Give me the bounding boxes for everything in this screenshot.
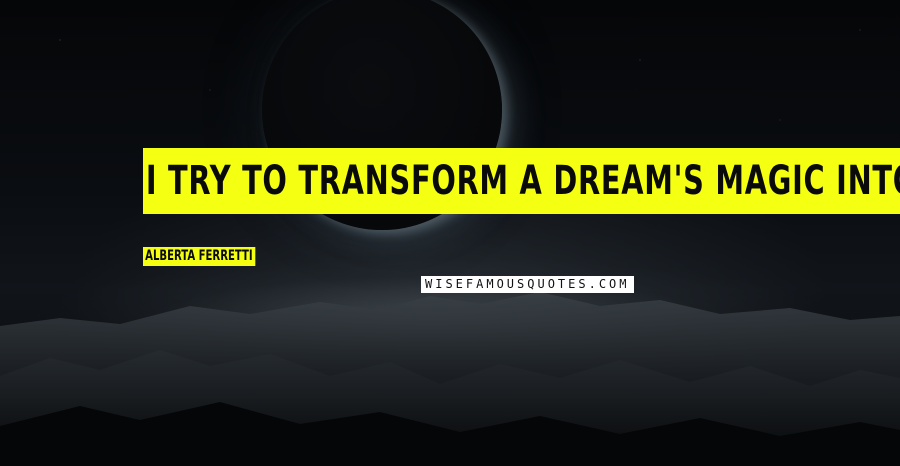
quote-image: I TRY TO TRANSFORM A DREAM'S MAGIC INTO … bbox=[0, 0, 900, 466]
watermark-logo: WISEFAMOUSQUOTES.COM bbox=[421, 276, 634, 293]
quote-text: I TRY TO TRANSFORM A DREAM'S MAGIC INTO … bbox=[143, 148, 900, 214]
quote-author: ALBERTA FERRETTI bbox=[143, 247, 256, 266]
mountain-terrain bbox=[0, 292, 900, 466]
